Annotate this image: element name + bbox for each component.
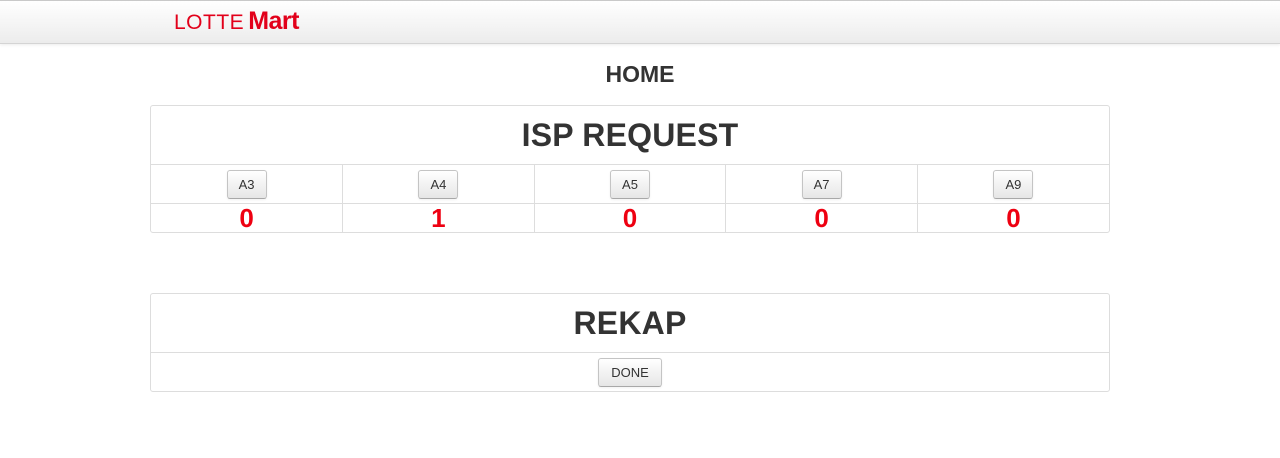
done-button[interactable]: DONE bbox=[598, 357, 662, 387]
lotte-mart-logo[interactable]: LOTTE Mart bbox=[174, 7, 299, 39]
isp-cell-a9: A9 bbox=[917, 165, 1109, 204]
a9-count: 0 bbox=[1006, 203, 1021, 233]
rekap-panel: REKAP DONE bbox=[150, 293, 1110, 392]
a5-button[interactable]: A5 bbox=[610, 169, 650, 199]
rekap-heading: REKAP bbox=[151, 294, 1109, 353]
isp-cell-a4: A4 bbox=[342, 165, 535, 204]
top-navbar: LOTTE Mart bbox=[0, 0, 1280, 44]
logo-mart-text: Mart bbox=[248, 7, 299, 35]
logo-lotte-text: LOTTE bbox=[174, 11, 245, 34]
a4-count: 1 bbox=[342, 203, 535, 232]
a3-count: 0 bbox=[151, 203, 344, 232]
a4-button[interactable]: A4 bbox=[418, 169, 459, 199]
isp-request-panel: ISP REQUEST A3 A4 A5 A7 A9 0 1 0 0 0 bbox=[150, 105, 1110, 233]
isp-request-table: A3 A4 A5 A7 A9 0 1 0 0 0 bbox=[151, 165, 1109, 232]
isp-count-row: 0 1 0 0 0 bbox=[151, 203, 1109, 233]
a3-button[interactable]: A3 bbox=[226, 169, 267, 199]
isp-cell-a5: A5 bbox=[534, 165, 727, 204]
isp-cell-a7: A7 bbox=[725, 165, 918, 204]
a9-button[interactable]: A9 bbox=[993, 169, 1034, 199]
a7-button[interactable]: A7 bbox=[801, 169, 842, 199]
isp-cell-a3: A3 bbox=[151, 165, 344, 204]
isp-button-row: A3 A4 A5 A7 A9 bbox=[151, 165, 1109, 204]
page-title: HOME bbox=[605, 61, 675, 87]
a5-count: 0 bbox=[534, 203, 727, 232]
a7-count: 0 bbox=[725, 203, 918, 232]
isp-request-heading: ISP REQUEST bbox=[151, 106, 1109, 165]
rekap-body: DONE bbox=[151, 353, 1109, 391]
